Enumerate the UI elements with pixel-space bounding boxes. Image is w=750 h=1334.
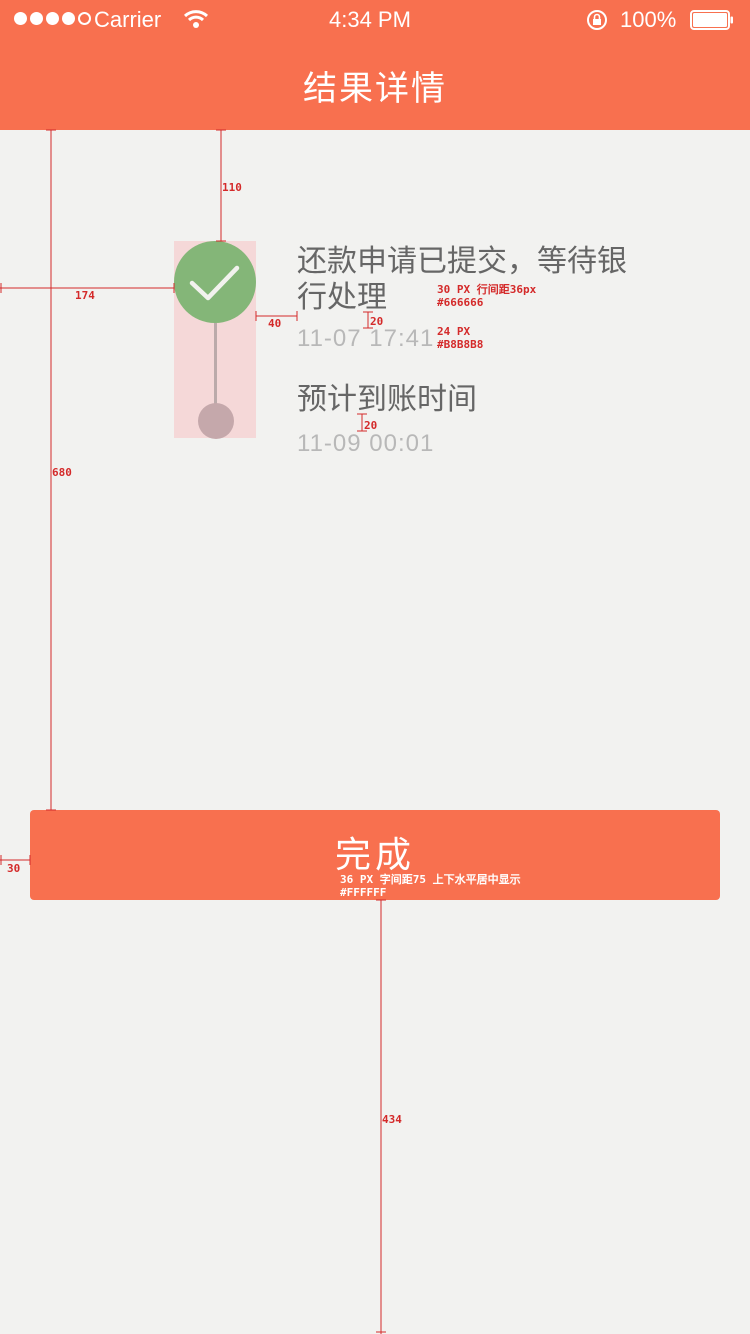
annotation-time-spec: 24 PX bbox=[437, 325, 471, 338]
annotation-top-gap: 110 bbox=[222, 181, 242, 194]
annotation-button-margin: 30 bbox=[7, 862, 21, 875]
annotation-title-spec: 30 PX 行间距36px bbox=[437, 283, 537, 296]
annotation-line-gap-2: 20 bbox=[364, 419, 378, 432]
annotation-content-height: 680 bbox=[52, 466, 72, 479]
annotation-marker-gap: 40 bbox=[268, 317, 282, 330]
annotation-bottom-gap: 434 bbox=[382, 1113, 402, 1126]
annotation-button-spec: 36 PX 字间距75 上下水平居中显示 bbox=[340, 873, 521, 886]
annotation-left-gap: 174 bbox=[75, 289, 95, 302]
annotation-time-color: #B8B8B8 bbox=[437, 338, 484, 351]
measurement-overlay bbox=[0, 129, 386, 1334]
annotation-button-color: #FFFFFF bbox=[340, 886, 387, 899]
annotation-line-gap-1: 20 bbox=[370, 315, 384, 328]
annotation-title-color: #666666 bbox=[437, 296, 484, 309]
